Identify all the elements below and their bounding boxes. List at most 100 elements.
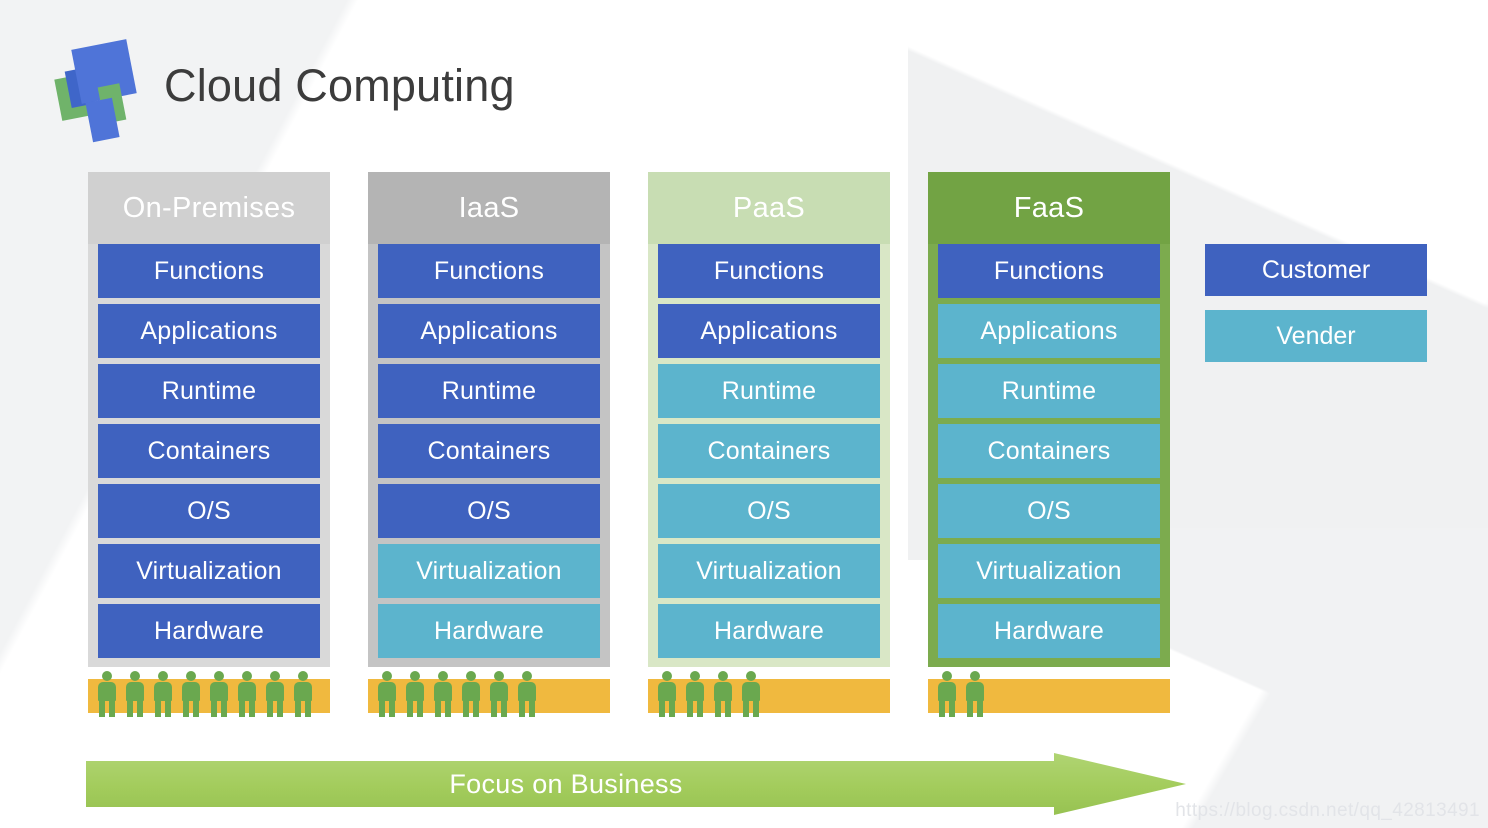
- layer-onprem-runtime: Runtime: [98, 364, 320, 418]
- person-icon: [208, 671, 230, 717]
- page-title: Cloud Computing: [164, 60, 515, 111]
- person-icon: [740, 671, 762, 717]
- layer-label: O/S: [187, 496, 231, 525]
- layer-label: Applications: [980, 316, 1118, 345]
- layer-faas-functions: Functions: [938, 244, 1160, 298]
- person-icon: [376, 671, 398, 717]
- layer-label: Hardware: [994, 616, 1104, 645]
- column-header-faas: FaaS: [928, 172, 1170, 244]
- column-paas: PaaS Functions Applications Runtime Containe…: [648, 172, 890, 667]
- people-bar-faas: [928, 671, 1170, 717]
- column-header-iaas: IaaS: [368, 172, 610, 244]
- column-faas: FaaS Functions Applications Runtime Containe…: [928, 172, 1170, 667]
- layer-label: Applications: [140, 316, 278, 345]
- watermark: https://blog.csdn.net/qq_42813491: [1175, 800, 1480, 821]
- focus-on-business-label: Focus on Business: [449, 768, 683, 799]
- layer-label: Containers: [427, 436, 551, 465]
- legend: Customer Vender: [1205, 244, 1427, 376]
- column-body-onprem: Functions Applications Runtime Containers O/…: [88, 244, 330, 667]
- layer-label: Runtime: [441, 376, 537, 405]
- people-group-iaas: [376, 671, 538, 717]
- layer-label: Containers: [987, 436, 1111, 465]
- layer-label: Runtime: [161, 376, 257, 405]
- layer-label: Applications: [420, 316, 558, 345]
- column-body-paas: Functions Applications Runtime Containers O/…: [648, 244, 890, 667]
- layer-label: Virtualization: [696, 556, 842, 585]
- person-icon: [460, 671, 482, 717]
- column-onprem: On-Premises Functions Applications Runtime C…: [88, 172, 330, 667]
- person-icon: [152, 671, 174, 717]
- layer-label: Runtime: [1001, 376, 1097, 405]
- people-group-onprem: [96, 671, 314, 717]
- layer-faas-applications: Applications: [938, 304, 1160, 358]
- layer-iaas-virtualization: Virtualization: [378, 544, 600, 598]
- layer-label: Virtualization: [136, 556, 282, 585]
- focus-on-business-arrow: Focus on Business: [86, 753, 1186, 815]
- person-icon: [292, 671, 314, 717]
- layer-label: Functions: [713, 256, 825, 285]
- layer-paas-containers: Containers: [658, 424, 880, 478]
- person-icon: [488, 671, 510, 717]
- layer-label: Runtime: [721, 376, 817, 405]
- layer-label: Containers: [147, 436, 271, 465]
- layer-paas-virtualization: Virtualization: [658, 544, 880, 598]
- layer-iaas-containers: Containers: [378, 424, 600, 478]
- person-icon: [964, 671, 986, 717]
- person-icon: [236, 671, 258, 717]
- layer-onprem-containers: Containers: [98, 424, 320, 478]
- layer-label: Hardware: [714, 616, 824, 645]
- layer-faas-virtualization: Virtualization: [938, 544, 1160, 598]
- person-icon: [684, 671, 706, 717]
- column-body-faas: Functions Applications Runtime Containers O/…: [928, 244, 1170, 667]
- layer-label: Hardware: [434, 616, 544, 645]
- layer-onprem-hardware: Hardware: [98, 604, 320, 658]
- people-bar-onprem: [88, 671, 330, 717]
- layer-paas-runtime: Runtime: [658, 364, 880, 418]
- layer-paas-functions: Functions: [658, 244, 880, 298]
- cloud-computing-logo-icon: [54, 38, 142, 143]
- layer-label: O/S: [467, 496, 511, 525]
- layer-onprem-applications: Applications: [98, 304, 320, 358]
- layer-paas-hardware: Hardware: [658, 604, 880, 658]
- people-group-faas: [936, 671, 986, 717]
- layer-faas-hardware: Hardware: [938, 604, 1160, 658]
- person-icon: [264, 671, 286, 717]
- layer-iaas-o-s: O/S: [378, 484, 600, 538]
- person-icon: [432, 671, 454, 717]
- people-bar-paas: [648, 671, 890, 717]
- layer-faas-o-s: O/S: [938, 484, 1160, 538]
- column-iaas: IaaS Functions Applications Runtime Containe…: [368, 172, 610, 667]
- layer-label: O/S: [1027, 496, 1071, 525]
- layer-label: Functions: [153, 256, 265, 285]
- column-title-iaas: IaaS: [458, 191, 520, 224]
- layer-label: O/S: [747, 496, 791, 525]
- people-bar-iaas: [368, 671, 610, 717]
- layer-onprem-virtualization: Virtualization: [98, 544, 320, 598]
- layer-iaas-applications: Applications: [378, 304, 600, 358]
- layer-label: Applications: [700, 316, 838, 345]
- legend-vendor-label: Vender: [1276, 321, 1356, 350]
- person-icon: [712, 671, 734, 717]
- person-icon: [656, 671, 678, 717]
- person-icon: [516, 671, 538, 717]
- layer-label: Hardware: [154, 616, 264, 645]
- legend-item-vendor: Vender: [1205, 310, 1427, 362]
- layer-label: Virtualization: [416, 556, 562, 585]
- layer-iaas-hardware: Hardware: [378, 604, 600, 658]
- layer-paas-applications: Applications: [658, 304, 880, 358]
- layer-label: Containers: [707, 436, 831, 465]
- layer-label: Functions: [993, 256, 1105, 285]
- column-header-onprem: On-Premises: [88, 172, 330, 244]
- layer-onprem-o-s: O/S: [98, 484, 320, 538]
- person-icon: [96, 671, 118, 717]
- column-body-iaas: Functions Applications Runtime Containers O/…: [368, 244, 610, 667]
- column-title-onprem: On-Premises: [122, 191, 296, 224]
- legend-item-customer: Customer: [1205, 244, 1427, 296]
- layer-iaas-functions: Functions: [378, 244, 600, 298]
- person-icon: [124, 671, 146, 717]
- layer-onprem-functions: Functions: [98, 244, 320, 298]
- layer-label: Functions: [433, 256, 545, 285]
- person-icon: [180, 671, 202, 717]
- column-title-faas: FaaS: [1013, 191, 1085, 224]
- layer-faas-runtime: Runtime: [938, 364, 1160, 418]
